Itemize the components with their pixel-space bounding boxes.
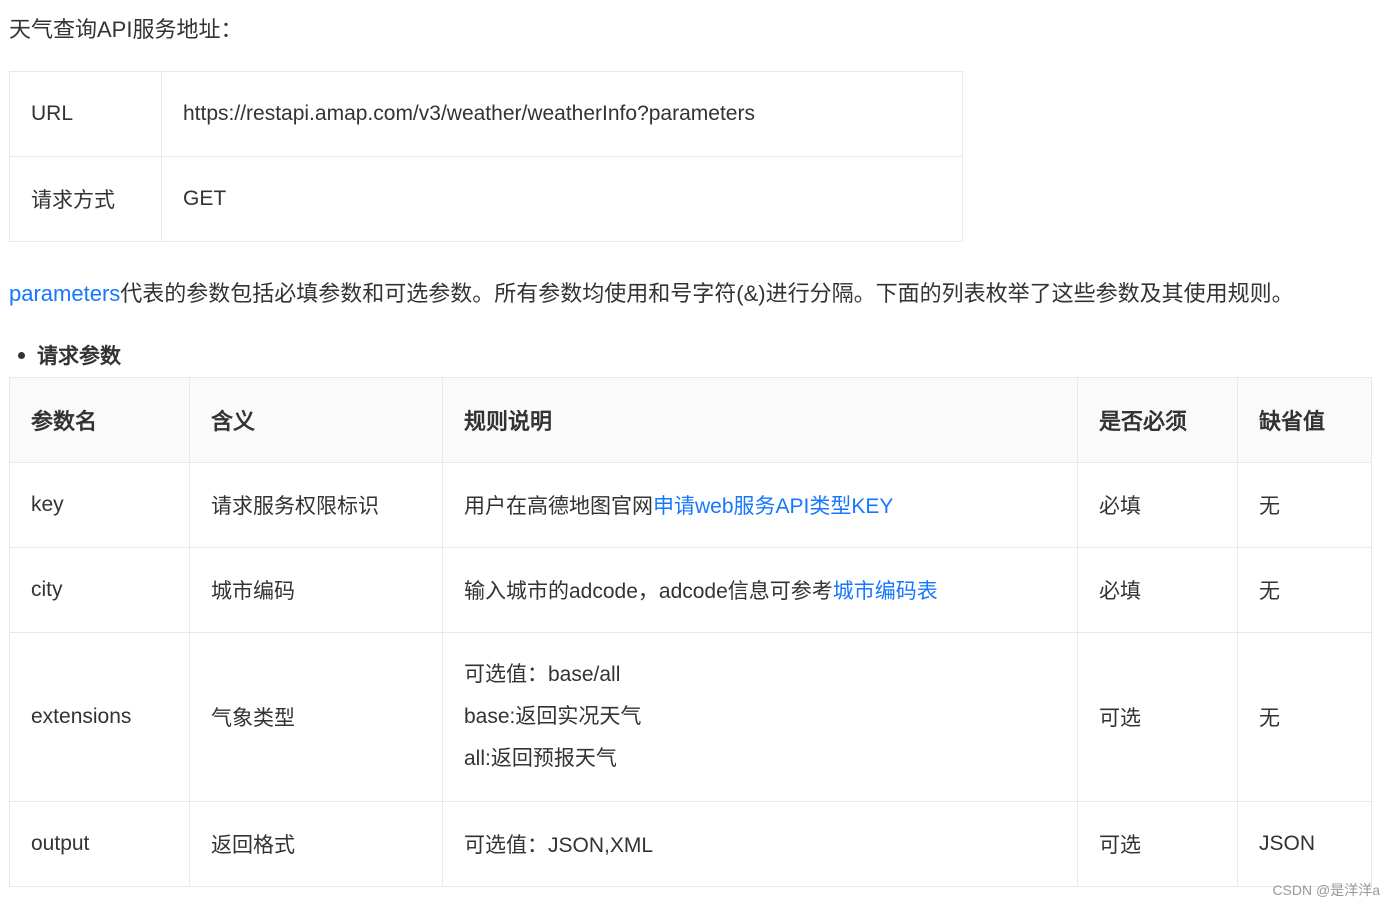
method-value-cell: GET bbox=[161, 156, 963, 242]
param-required-cell: 必填 bbox=[1077, 462, 1238, 548]
param-name-cell: key bbox=[9, 462, 190, 548]
intro-text: 代表的参数包括必填参数和可选参数。所有参数均使用和号字符(&)进行分隔。下面的列… bbox=[120, 281, 1294, 306]
url-value-cell: https://restapi.amap.com/v3/weather/weat… bbox=[161, 71, 963, 157]
param-meaning-cell: 返回格式 bbox=[189, 801, 443, 887]
url-label-cell: URL bbox=[9, 71, 162, 157]
param-rule-cell: 用户在高德地图官网申请web服务API类型KEY bbox=[442, 462, 1078, 548]
rule-text: 输入城市的adcode，adcode信息可参考 bbox=[464, 580, 833, 603]
param-name-cell: city bbox=[9, 547, 190, 633]
header-param-name: 参数名 bbox=[9, 377, 190, 463]
header-rule: 规则说明 bbox=[442, 377, 1078, 463]
rule-line: 可选值：base/all bbox=[464, 663, 621, 686]
apply-key-link[interactable]: 申请web服务API类型KEY bbox=[653, 495, 893, 518]
header-required: 是否必须 bbox=[1077, 377, 1238, 463]
param-default-cell: 无 bbox=[1237, 632, 1372, 802]
section-title-text: 请求参数 bbox=[37, 345, 121, 368]
bullet-icon bbox=[18, 351, 25, 359]
param-required-cell: 必填 bbox=[1077, 547, 1238, 633]
method-label-cell: 请求方式 bbox=[9, 156, 162, 242]
watermark: CSDN @是洋洋a bbox=[1272, 882, 1380, 898]
param-table-header: 参数名 含义 规则说明 是否必须 缺省值 bbox=[9, 377, 1372, 463]
parameters-link[interactable]: parameters bbox=[9, 281, 120, 306]
section-title: 请求参数 bbox=[18, 341, 121, 373]
param-default-cell: 无 bbox=[1237, 462, 1372, 548]
param-required-cell: 可选 bbox=[1077, 801, 1238, 887]
table-row: extensions 气象类型 可选值：base/all base:返回实况天气… bbox=[9, 632, 1372, 802]
rule-line: all:返回预报天气 bbox=[464, 747, 617, 770]
url-table-row: 请求方式 GET bbox=[9, 156, 963, 242]
param-name-cell: extensions bbox=[9, 632, 190, 802]
rule-line: base:返回实况天气 bbox=[464, 705, 642, 728]
param-rule-cell: 可选值：JSON,XML bbox=[442, 801, 1078, 887]
param-default-cell: 无 bbox=[1237, 547, 1372, 633]
param-meaning-cell: 请求服务权限标识 bbox=[189, 462, 443, 548]
param-name-cell: output bbox=[9, 801, 190, 887]
table-row: output 返回格式 可选值：JSON,XML 可选 JSON bbox=[9, 801, 1372, 887]
intro-paragraph: parameters代表的参数包括必填参数和可选参数。所有参数均使用和号字符(&… bbox=[9, 278, 1294, 310]
page-heading: 天气查询API服务地址： bbox=[9, 17, 243, 42]
rule-text: 用户在高德地图官网 bbox=[464, 495, 653, 518]
param-required-cell: 可选 bbox=[1077, 632, 1238, 802]
param-rule-cell: 输入城市的adcode，adcode信息可参考城市编码表 bbox=[442, 547, 1078, 633]
table-row: key 请求服务权限标识 用户在高德地图官网申请web服务API类型KEY 必填… bbox=[9, 462, 1372, 548]
url-table: URL https://restapi.amap.com/v3/weather/… bbox=[9, 71, 963, 242]
table-row: city 城市编码 输入城市的adcode，adcode信息可参考城市编码表 必… bbox=[9, 547, 1372, 633]
param-meaning-cell: 城市编码 bbox=[189, 547, 443, 633]
param-default-cell: JSON bbox=[1237, 801, 1372, 887]
city-code-table-link[interactable]: 城市编码表 bbox=[833, 580, 938, 603]
url-table-row: URL https://restapi.amap.com/v3/weather/… bbox=[9, 71, 963, 157]
header-default: 缺省值 bbox=[1237, 377, 1372, 463]
param-table: 参数名 含义 规则说明 是否必须 缺省值 key 请求服务权限标识 用户在高德地… bbox=[9, 377, 1372, 887]
header-meaning: 含义 bbox=[189, 377, 443, 463]
param-rule-cell: 可选值：base/all base:返回实况天气 all:返回预报天气 bbox=[442, 632, 1078, 802]
param-meaning-cell: 气象类型 bbox=[189, 632, 443, 802]
